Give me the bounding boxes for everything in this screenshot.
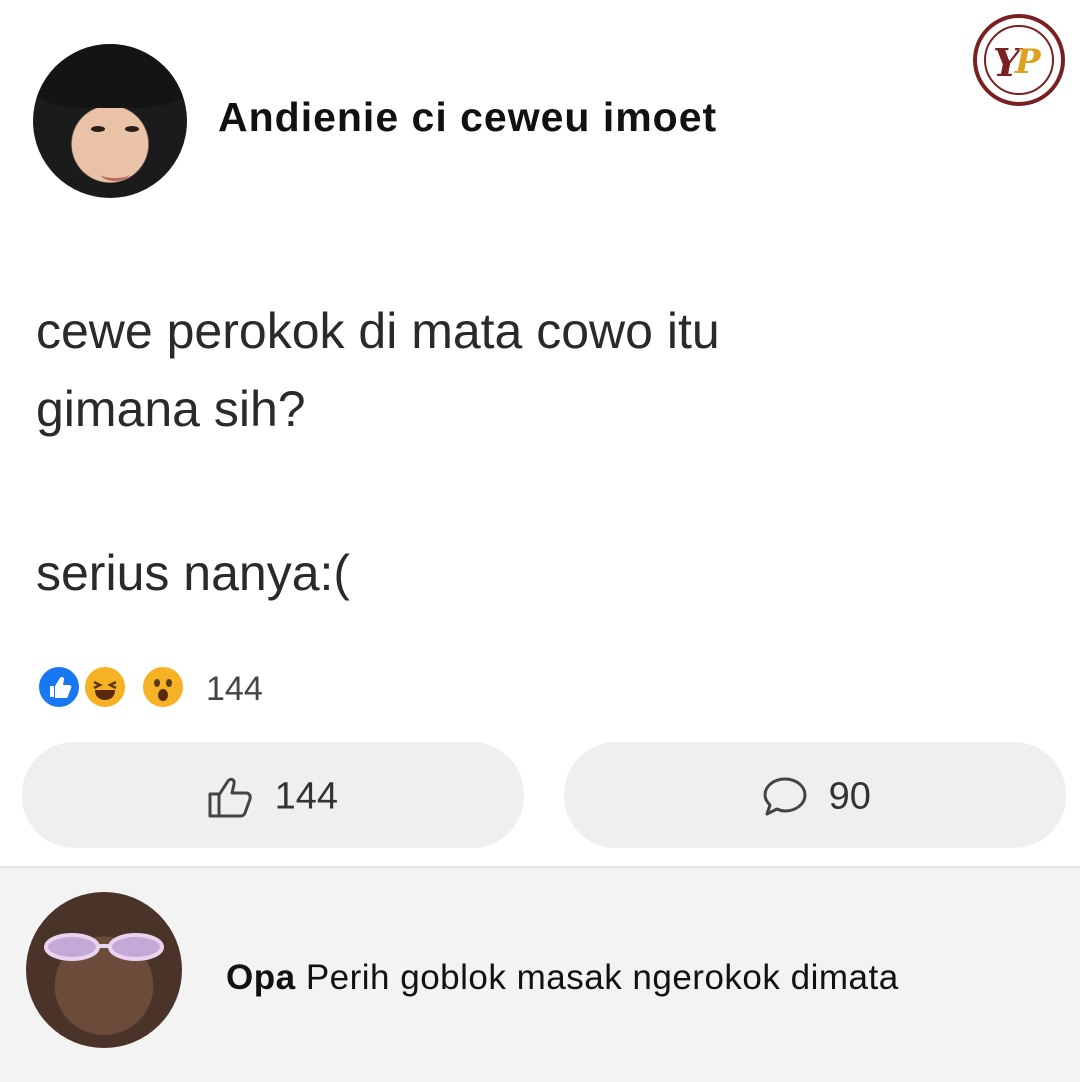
commenter-avatar[interactable]	[26, 892, 182, 1048]
avatar-hair	[33, 44, 187, 108]
comment-button-content: 90	[760, 774, 871, 820]
like-button-content: 144	[206, 774, 338, 820]
comment-button[interactable]: 90	[564, 742, 1066, 848]
like-icon	[36, 664, 82, 710]
avatar-eye	[125, 126, 139, 132]
avatar-eye	[91, 126, 105, 132]
post-author-name[interactable]: Andienie ci ceweu imoet	[218, 94, 717, 141]
post-text-line: serius nanya:(	[36, 545, 351, 601]
author-avatar[interactable]	[33, 44, 187, 198]
comment-bubble-icon	[763, 777, 807, 816]
comment-count: 90	[828, 775, 871, 818]
post-text-line: gimana sih?	[36, 381, 306, 437]
sunglasses	[44, 933, 164, 961]
comment: Opa Perih goblok masak ngerokok dimata	[226, 958, 899, 998]
post-text-line: cewe perokok di mata cowo itu	[36, 303, 720, 359]
watermark-logo: Y P	[973, 14, 1065, 106]
avatar-mouth	[101, 168, 129, 181]
comment-author[interactable]: Opa	[226, 958, 296, 997]
reaction-count: 144	[206, 670, 263, 708]
logo-letter: P	[1015, 42, 1041, 82]
like-button[interactable]: 144	[22, 742, 524, 848]
thumbs-up-icon	[208, 777, 252, 818]
like-count: 144	[274, 775, 338, 818]
haha-icon	[82, 664, 128, 710]
wow-icon	[140, 664, 186, 710]
comment-body: Perih goblok masak ngerokok dimata	[305, 958, 899, 997]
